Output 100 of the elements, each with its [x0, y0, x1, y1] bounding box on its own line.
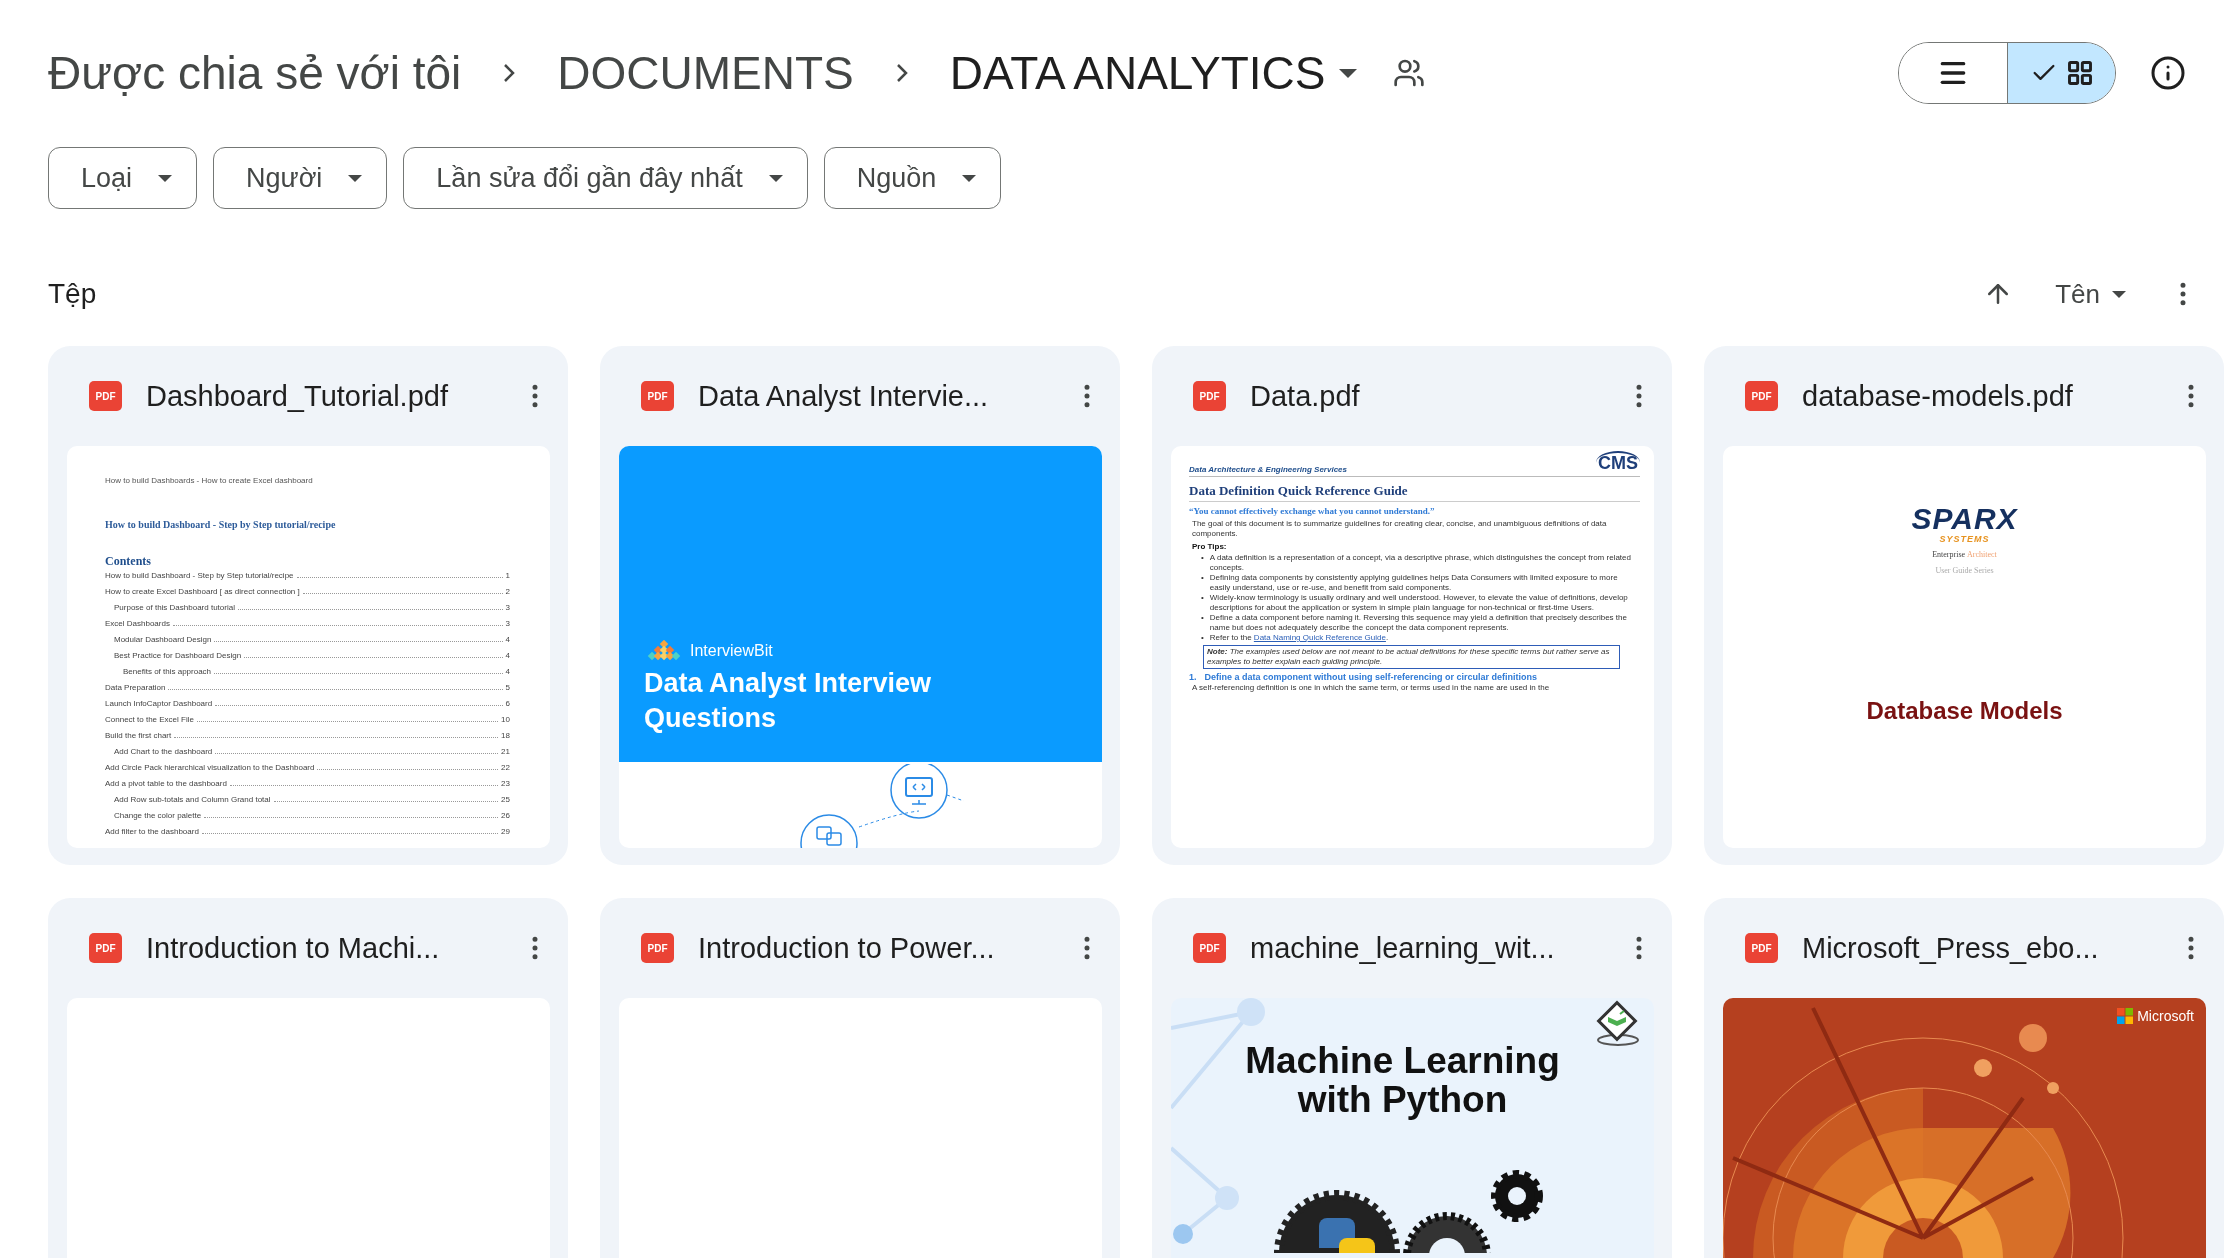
caret-icon	[768, 174, 783, 182]
toc-entry: Add a pivot table to the dashboard	[105, 779, 227, 788]
logo: CMS	[1596, 451, 1640, 474]
page-header: How to build Dashboards - How to create Excel dashboard	[105, 476, 314, 485]
breadcrumb-link[interactable]: DOCUMENTS	[557, 46, 854, 100]
contents-heading: Contents	[105, 554, 152, 569]
toc-entry: How to build Dashboard - Step by Step tutorial/recipe	[105, 571, 294, 580]
brand-name: InterviewBit	[690, 641, 773, 660]
filter-chip[interactable]: Loại	[48, 147, 198, 209]
document-title: How to build Dashboard - Step by Step tutorial/recipe	[105, 519, 337, 530]
file-name: Dashboard_Tutorial.pdf	[146, 379, 449, 413]
toc-entry: Change the color palette	[114, 811, 202, 820]
filter-chip[interactable]: Nguồn	[823, 147, 1002, 209]
pdf-icon: PDF	[641, 933, 674, 963]
note-box: Note: The examples used below are not meant to be actual definitions for these specific terms but rather serve as examples to better explain each guiding principle.	[1203, 645, 1620, 669]
toc-entry: Best Practice for Dashboard Design	[114, 651, 242, 660]
page-number: 6	[505, 699, 510, 708]
toc-entry: Add Row sub-totals and Column Grand total	[114, 795, 271, 804]
cover-title: with Python	[1296, 1080, 1508, 1120]
page-number: 29	[501, 827, 510, 836]
page-number: 23	[501, 779, 510, 788]
cover-title: Data Analyst Interview Questions	[644, 666, 933, 735]
pdf-icon: PDF	[1193, 381, 1226, 411]
page-number: 1	[505, 571, 510, 580]
series-label: User Guide Series	[1935, 566, 1994, 575]
caret-icon	[2112, 290, 2126, 298]
toc-entry: How to create Excel Dashboard [ as direct connection ]	[105, 587, 300, 596]
brand-logo: SPARX	[1911, 504, 2018, 534]
shared-people-icon[interactable]	[1393, 57, 1426, 89]
bullet: •	[1201, 553, 1204, 564]
bullet-item: A data definition is a representation of a concept, via a descriptive phrase, which distinguishes the concept from related concepts.	[1209, 553, 1632, 573]
grid-view-button[interactable]	[2007, 43, 2115, 103]
sort-button[interactable]: Tên	[2047, 278, 2134, 310]
toc-entry: Data Preparation	[105, 683, 166, 692]
file-card[interactable]: PDF Introduction to Power...	[600, 898, 1120, 1258]
section-number: 1.	[1189, 672, 1197, 684]
section-heading: Define a data component without using self-referencing or circular definitions	[1204, 672, 1538, 684]
page-number: 3	[505, 603, 510, 612]
bullet: •	[1201, 613, 1204, 624]
bullet-item: Define a data component before naming it. Reversing this sequence may yield a definition that precisely describes the name but does not adequately describe the concept the data component represents.	[1209, 613, 1628, 633]
page-number: 22	[501, 763, 510, 772]
pdf-icon: PDF	[1745, 933, 1778, 963]
page-header: Data Architecture & Engineering Services	[1189, 465, 1347, 474]
file-card[interactable]: PDF database-models.pdf SPARX SYSTEMS Enterprise Architect User Guide Series Database Models	[1704, 346, 2224, 865]
file-card[interactable]	[1152, 346, 1672, 865]
toc-entry: Connect to the Excel File	[105, 715, 194, 724]
bullet: •	[1201, 593, 1204, 604]
link[interactable]: Data Naming Quick Reference Guide	[1253, 633, 1386, 642]
page-number: 4	[505, 651, 510, 660]
caret-icon	[158, 174, 173, 182]
page-number: 21	[501, 747, 510, 756]
bullet-item: Defining data components by consistently applying guidelines helps Data Consumers with limited exposure to more easily understand, use or re-use, and benefit from said components.	[1209, 573, 1619, 593]
file-card[interactable]: PDF Introduction to Machi...	[48, 898, 568, 1258]
toc-entry: Build the first chart	[105, 731, 172, 740]
toc-entry: Benefits of this approach	[123, 667, 212, 676]
file-name: Microsoft_Press_ebo...	[1802, 931, 2100, 965]
cover-title: Machine Learning	[1244, 1042, 1561, 1081]
caret-icon	[1339, 68, 1358, 78]
filter-chip[interactable]: Lần sửa đổi gần đây nhất	[403, 147, 808, 209]
file-name: database-models.pdf	[1802, 379, 2074, 413]
chevron-right-icon	[895, 63, 908, 83]
page-number: 4	[505, 635, 510, 644]
section-title: Tệp	[48, 278, 97, 310]
breadcrumb-link[interactable]: Được chia sẻ với tôi	[48, 46, 462, 100]
bullet: •	[1201, 633, 1204, 643]
pdf-icon: PDF	[1193, 933, 1226, 963]
pdf-icon: PDF	[1745, 381, 1778, 411]
book-logo-icon	[1594, 1000, 1642, 1048]
toc-entry: Purpose of this Dashboard tutorial	[114, 603, 235, 612]
paragraph: A self-referencing definition is one in which the same term, or terms used in the name are used in the	[1192, 683, 1551, 694]
pdf-icon: PDF	[641, 381, 674, 411]
toc-entry: Excel Dashboards	[105, 619, 170, 628]
page-number: 5	[505, 683, 510, 692]
bullet: •	[1201, 573, 1204, 584]
page-number: 10	[501, 715, 510, 724]
file-card[interactable]: PDF machine_learning_wit... Machine Learning with Python	[1152, 898, 1672, 1258]
pdf-icon: PDF	[89, 381, 122, 411]
toc-entry: Add Circle Pack hierarchical visualization to the Dashboard	[105, 763, 315, 772]
page-number: 2	[505, 587, 510, 596]
page-number: 4	[505, 667, 510, 676]
product-name: Enterprise Architect	[1932, 550, 1997, 559]
toc-entry: Add Chart to the dashboard	[114, 747, 213, 756]
subheading: Pro Tips:	[1192, 542, 1228, 551]
info-icon[interactable]	[2150, 55, 2186, 91]
file-name: machine_learning_wit...	[1250, 931, 1556, 965]
file-card[interactable]: PDF Data Analyst Intervie... InterviewBit Data Analyst Interview Questions	[600, 346, 1120, 865]
filter-chip[interactable]: Người	[213, 147, 388, 209]
paragraph: The goal of this document is to summarize guidelines for creating clear, concise, and unambiguous definitions of data components.	[1192, 519, 1608, 539]
bullet-item: Widely-know terminology is usually ordinary and well understood. However, to elevate the value of definitions, develop descriptions for about the application or system in simple plain language for non-technical or first-time Users.	[1209, 593, 1629, 613]
page-number: 25	[501, 795, 510, 804]
toc-entry: Add filter to the dashboard	[105, 827, 199, 836]
current-folder[interactable]: DATA ANALYTICS	[949, 46, 1326, 100]
file-card[interactable]: PDF Microsoft_Press_ebo... Microsoft	[1704, 898, 2224, 1258]
toc-entry: Modular Dashboard Design	[114, 635, 212, 644]
caret-icon	[348, 174, 363, 182]
file-name: Introduction to Power...	[698, 931, 996, 965]
brand-subtitle: SYSTEMS	[1939, 534, 1990, 544]
file-name: Data.pdf	[1250, 379, 1361, 413]
pdf-icon: PDF	[89, 933, 122, 963]
file-name: Data Analyst Intervie...	[698, 379, 990, 413]
